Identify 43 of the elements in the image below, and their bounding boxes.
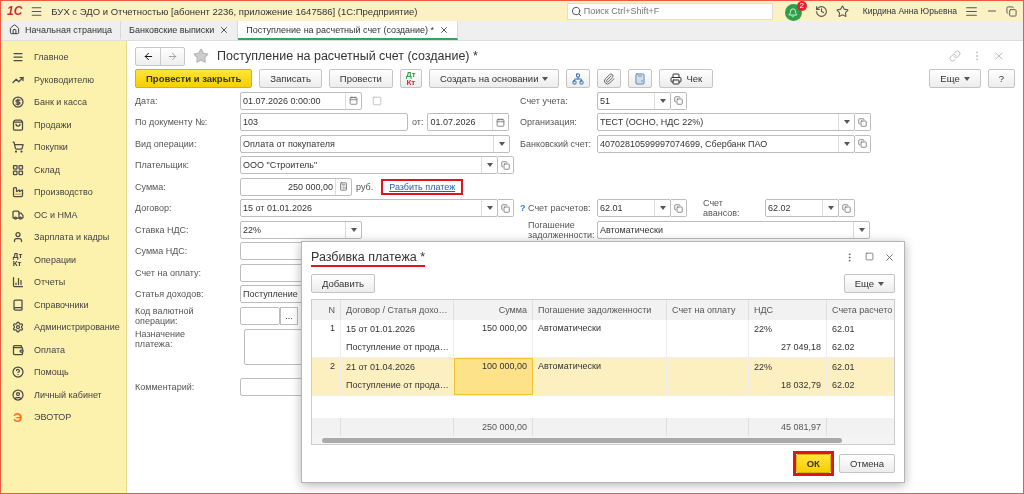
field-label: Банковский счет: [520, 138, 592, 149]
field-label: Назначение платежа: [135, 328, 186, 349]
field-label: Дата: [135, 95, 159, 106]
currency-label: руб. [356, 181, 374, 192]
table-cell: 62.02 [827, 376, 894, 395]
field-label: Статья доходов: [135, 289, 205, 300]
logo-icon: Э [12, 410, 23, 424]
field-label: Сумма НДС: [135, 246, 189, 257]
dialog-title: Разбивка платежа * [311, 248, 426, 267]
table-cell: 27 049,18 [749, 338, 827, 357]
field-label: Ставка НДС: [135, 224, 190, 235]
table-cell: Поступление от прода… [341, 338, 454, 357]
field-label: Код валютной операции: [135, 305, 195, 326]
table-cell: 62.02 [827, 338, 894, 357]
ledger-icon: Дт Кт [12, 251, 23, 268]
field-label: Вид операции: [135, 138, 198, 149]
table-cell: 18 032,79 [749, 376, 827, 395]
table-cell: 100 000,00 [454, 357, 533, 395]
table-cell: 150 000,00 [454, 319, 533, 357]
table-cell: 1 [312, 319, 341, 357]
table-cell: 2 [312, 357, 341, 395]
table-cell: Автоматически [533, 319, 667, 357]
field-label: Сумма: [135, 181, 167, 192]
field-label: Счет авансов: [703, 198, 741, 219]
field-label: Счет на оплату: [135, 267, 203, 278]
field-label: Комментарий: [135, 382, 196, 393]
field-label: Плательщик: [135, 160, 191, 171]
window-title: БУХ с ЭДО и Отчетностью [абонент 2236, приложение 1647586] (1С:Предприятие) [51, 5, 418, 17]
field-label: от: [412, 117, 424, 128]
field-label: Погашение задолженности: [528, 219, 593, 240]
table-cell: 22% [749, 319, 827, 339]
field-label: Договор: [135, 203, 173, 214]
table-cell: 22% [749, 357, 827, 377]
field-label: По документу №: [135, 117, 209, 128]
field-label: Организация: [520, 117, 578, 128]
field-label: Счет расчетов: [528, 203, 592, 214]
notification-badge: 2 [796, 1, 807, 11]
table-cell: Автоматически [533, 357, 667, 395]
table-cell: 62.01 [827, 319, 894, 339]
table-cell: 15 от 01.01.2026 [341, 319, 454, 339]
document-title: Поступление на расчетный счет (создание) * [217, 49, 478, 63]
field-label: Счет учета: [520, 95, 569, 106]
table-cell: 62.01 [827, 357, 894, 377]
